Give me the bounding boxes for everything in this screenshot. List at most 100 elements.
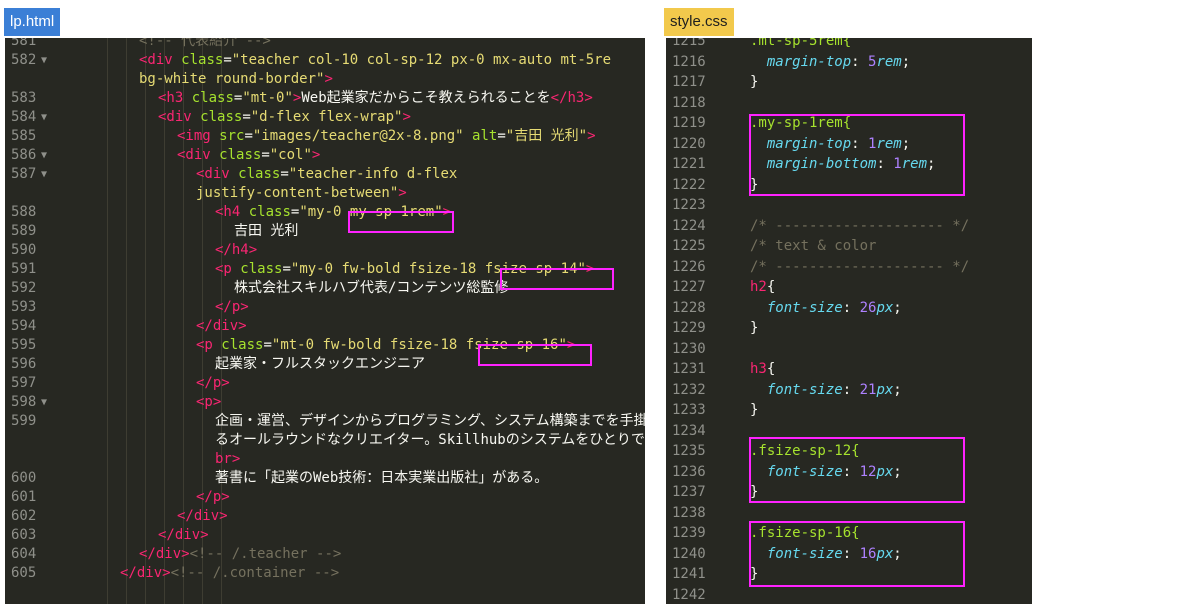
line-number: 596 xyxy=(11,356,37,372)
code-line[interactable]: 603 </div> xyxy=(5,526,645,545)
code-line[interactable]: 1226 /* -------------------- */ xyxy=(666,258,1032,277)
code-line[interactable]: 584 ▼ <div class="d-flex flex-wrap"> xyxy=(5,108,645,127)
code-line[interactable]: 1228 font-size: 26px; xyxy=(666,299,1032,318)
html-editor-pane[interactable]: 581 <!-- 代表紹介 --> 582 ▼ <div class="teacher … xyxy=(5,38,645,604)
line-number: 1216 xyxy=(672,53,706,70)
code-line[interactable]: justify-content-between"> xyxy=(5,184,645,203)
code-token: </h3> xyxy=(550,90,593,106)
code-token: "col" xyxy=(269,147,312,163)
line-number: 1224 xyxy=(672,217,706,234)
fold-arrow-icon[interactable]: ▼ xyxy=(41,51,47,70)
code-token: } xyxy=(750,74,759,90)
code-line[interactable]: 1216 margin-top: 5rem; xyxy=(666,53,1032,72)
code-token: <div xyxy=(177,147,211,163)
code-token: = xyxy=(497,128,506,144)
code-line[interactable]: 587 ▼ <div class="teacher-info d-flex xyxy=(5,165,645,184)
code-line[interactable]: 1223 xyxy=(666,196,1032,215)
code-line[interactable]: 601 </p> xyxy=(5,488,645,507)
code-token: > xyxy=(398,185,407,201)
line-number: 1218 xyxy=(672,94,706,111)
code-line[interactable]: 583 <h3 class="mt-0">Web起業家だからこそ教えられることを<… xyxy=(5,89,645,108)
code-line[interactable]: 1242 xyxy=(666,586,1032,605)
code-line[interactable]: 602 </div> xyxy=(5,507,645,526)
code-token: 21 xyxy=(859,381,877,398)
code-token: > xyxy=(231,451,241,467)
code-token: /* text & color xyxy=(750,238,877,254)
code-line[interactable]: 1225 /* text & color xyxy=(666,237,1032,256)
code-line[interactable]: br> xyxy=(5,450,645,469)
code-line[interactable]: 600 著書に「起業のWeb技術：日本実業出版社」がある。 xyxy=(5,469,645,488)
code-line[interactable]: 1229} xyxy=(666,319,1032,338)
line-number: 600 xyxy=(11,470,37,486)
code-token: <div xyxy=(139,52,173,68)
code-text: /* -------------------- */ xyxy=(750,258,969,277)
code-token: 著書に「起業のWeb技術：日本実業出版社」がある。 xyxy=(215,470,549,486)
code-line[interactable]: 598 ▼ <p> xyxy=(5,393,645,412)
code-line[interactable]: 582 ▼ <div class="teacher col-10 col-sp-12… xyxy=(5,51,645,70)
highlight-my-sp-1rem-class xyxy=(348,211,454,233)
code-token: </div> xyxy=(139,546,190,562)
code-token: justify-content-between" xyxy=(196,185,399,201)
code-token: = xyxy=(223,52,232,68)
code-line[interactable]: 1215 .mt-sp-5rem{ xyxy=(666,38,1032,51)
code-text: <div class="teacher-info d-flex xyxy=(196,165,457,184)
code-token: </div> xyxy=(196,318,247,334)
line-number: 594 xyxy=(11,318,37,334)
tab-style-css[interactable]: style.css xyxy=(664,8,734,36)
tab-lp-html[interactable]: lp.html xyxy=(4,8,61,36)
code-text: } xyxy=(750,73,758,92)
code-line[interactable]: 581 <!-- 代表紹介 --> xyxy=(5,38,645,51)
code-token: "d-flex flex-wrap" xyxy=(250,109,403,125)
code-line[interactable]: 605 </div><!-- /.container --> xyxy=(5,564,645,583)
code-token: 企画・運営、デザインからプログラミング、システム構築までを手掛けて xyxy=(215,413,645,429)
code-line[interactable]: bg-white round-border"> xyxy=(5,70,645,89)
code-line[interactable]: 594 </div> xyxy=(5,317,645,336)
code-token: <!-- 代表紹介 --> xyxy=(139,38,271,49)
code-line[interactable]: 1224 /* -------------------- */ xyxy=(666,217,1032,236)
code-line[interactable]: 586 ▼ <div class="col"> xyxy=(5,146,645,165)
code-text: 起業家・フルスタックエンジニア xyxy=(215,355,425,374)
code-line[interactable]: 1217} xyxy=(666,73,1032,92)
line-number: 601 xyxy=(11,489,37,505)
code-line[interactable]: るオールラウンドなクリエイター。Skillhubのシステムをひとりで構築。 xyxy=(5,431,645,450)
code-text: </div> xyxy=(158,526,209,545)
code-line[interactable]: 1231 h3{ xyxy=(666,360,1032,379)
code-line[interactable]: 597 </p> xyxy=(5,374,645,393)
code-text: るオールラウンドなクリエイター。Skillhubのシステムをひとりで構築。 xyxy=(215,431,645,450)
code-line[interactable]: 593 </p> xyxy=(5,298,645,317)
code-token: } xyxy=(750,402,759,418)
line-number: 590 xyxy=(11,242,37,258)
code-text: <h3 class="mt-0">Web起業家だからこそ教えられることを</h3… xyxy=(158,89,593,108)
code-line[interactable]: 589 吉田 光利 xyxy=(5,222,645,241)
code-line[interactable]: 585 <img src="images/teacher@2x-8.png" al… xyxy=(5,127,645,146)
code-line[interactable]: 590 </h4> xyxy=(5,241,645,260)
fold-arrow-icon[interactable]: ▼ xyxy=(41,393,47,412)
code-token: px xyxy=(876,381,894,398)
fold-arrow-icon[interactable]: ▼ xyxy=(41,165,47,184)
code-line[interactable]: 1218 xyxy=(666,94,1032,113)
line-number: 589 xyxy=(11,223,37,239)
fold-arrow-icon[interactable]: ▼ xyxy=(41,108,47,127)
line-number: 591 xyxy=(11,261,37,277)
code-line[interactable]: 588 <h4 class="my-0 my-sp-1rem"> xyxy=(5,203,645,222)
code-line[interactable]: 1230 xyxy=(666,340,1032,359)
fold-arrow-icon[interactable]: ▼ xyxy=(41,146,47,165)
code-token: font-size xyxy=(766,381,843,398)
code-line[interactable]: 1233} xyxy=(666,401,1032,420)
code-line[interactable]: 1232 font-size: 21px; xyxy=(666,381,1032,400)
code-text: justify-content-between"> xyxy=(196,184,407,203)
code-line[interactable]: 599 企画・運営、デザインからプログラミング、システム構築までを手掛けて xyxy=(5,412,645,431)
line-number: 1235 xyxy=(672,443,706,459)
line-number: 1217 xyxy=(672,74,706,90)
code-line[interactable]: 1238 xyxy=(666,504,1032,523)
code-line[interactable]: 1227 h2{ xyxy=(666,278,1032,297)
line-number: 1222 xyxy=(672,176,706,193)
code-text: bg-white round-border"> xyxy=(139,70,333,89)
code-token: "吉田 光利" xyxy=(505,128,588,144)
code-line[interactable]: 604 </div><!-- /.teacher --> xyxy=(5,545,645,564)
